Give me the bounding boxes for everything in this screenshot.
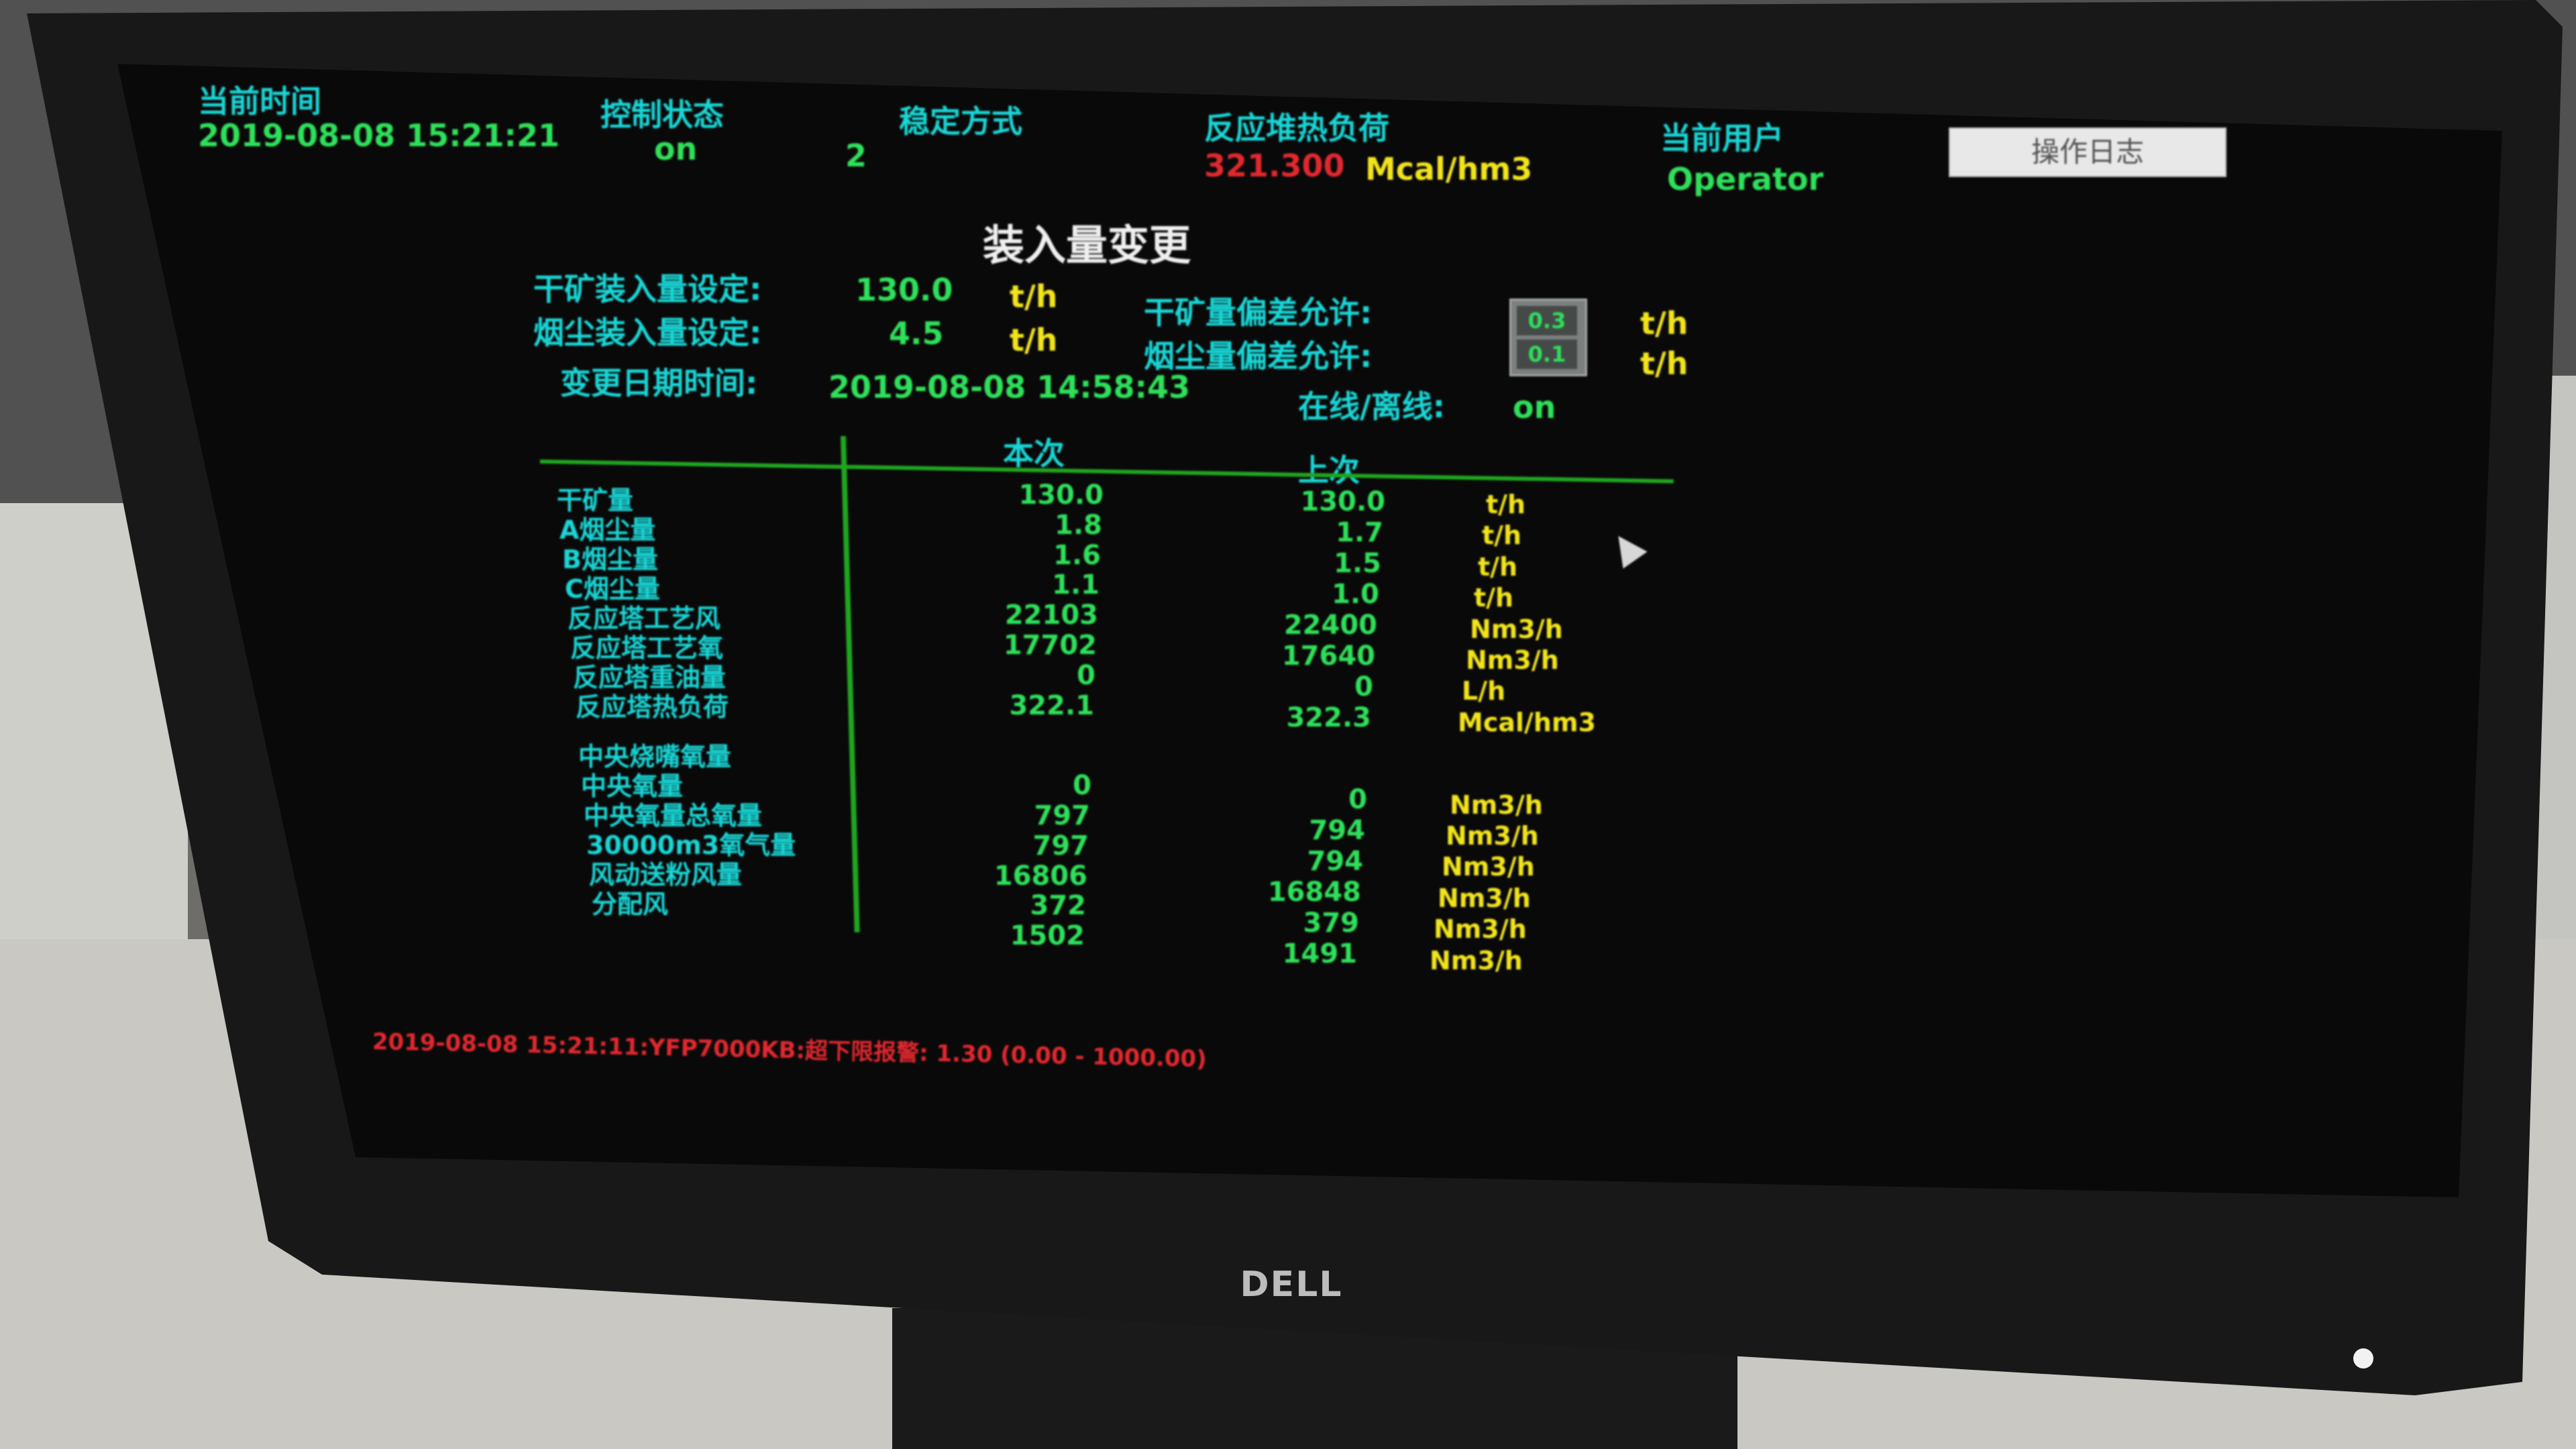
table-row-unit: Nm3/h xyxy=(1470,614,1563,644)
table-row-unit: t/h xyxy=(1474,583,1514,613)
table-row-current: 322.1 xyxy=(1009,690,1094,721)
table-header-divider xyxy=(539,460,1674,484)
table-row-unit: Nm3/h xyxy=(1466,645,1559,675)
table-row-previous: 0 xyxy=(1354,672,1373,702)
mode-value: 2 xyxy=(845,138,867,174)
table-row-label: 分配风 xyxy=(592,890,669,919)
table-row-current: 372 xyxy=(1030,890,1087,922)
dry-ore-setting-value[interactable]: 130.0 xyxy=(855,272,953,308)
table-row-previous: 1.0 xyxy=(1332,579,1379,610)
table-row-current: 1.8 xyxy=(1055,509,1102,541)
table-row-previous: 16848 xyxy=(1267,877,1361,908)
dust-setting-value[interactable]: 4.5 xyxy=(889,315,944,352)
power-led-icon xyxy=(2353,1348,2373,1368)
time-label: 当前时间 xyxy=(198,83,321,119)
table-row-unit: t/h xyxy=(1478,551,1518,582)
table-row-previous: 17640 xyxy=(1281,641,1375,672)
dust-setting-unit: t/h xyxy=(1010,322,1058,358)
dust-tolerance-value[interactable]: 0.1 xyxy=(1517,339,1577,369)
table-row-previous: 22400 xyxy=(1283,610,1377,641)
column-previous-header: 上次 xyxy=(1298,452,1360,488)
change-time-label: 变更日期时间: xyxy=(560,365,758,401)
control-state-value: on xyxy=(654,131,698,167)
page-title: 装入量变更 xyxy=(983,221,1191,270)
mode-label: 稳定方式 xyxy=(899,103,1022,140)
table-row-current: 797 xyxy=(1032,830,1089,861)
heat-load-label: 反应堆热负荷 xyxy=(1204,110,1389,146)
table-row-current: 130.0 xyxy=(1018,480,1104,511)
control-state-label: 控制状态 xyxy=(600,97,724,133)
tolerance-setting-box[interactable]: 0.3 0.1 xyxy=(1509,299,1587,376)
time-value: 2019-08-08 15:21:21 xyxy=(198,117,560,154)
heat-load-unit: Mcal/hm3 xyxy=(1365,151,1533,187)
monitor-screen: 当前时间 2019-08-08 15:21:21 控制状态 on 稳定方式 2 … xyxy=(117,64,2502,1197)
dry-ore-setting-unit: t/h xyxy=(1010,278,1058,315)
dry-ore-tolerance-label: 干矿量偏差允许: xyxy=(1144,294,1373,331)
table-row-unit: Nm3/h xyxy=(1434,914,1527,945)
table-row-current: 17702 xyxy=(1003,630,1097,661)
operation-log-button[interactable]: 操作日志 xyxy=(1949,127,2226,177)
table-row-unit: t/h xyxy=(1486,490,1526,519)
user-label: 当前用户 xyxy=(1660,120,1784,156)
table-row-current: 0 xyxy=(1073,770,1091,802)
table-row-unit: Nm3/h xyxy=(1450,790,1543,820)
table-row-current: 797 xyxy=(1034,800,1091,831)
dry-ore-tolerance-value[interactable]: 0.3 xyxy=(1517,306,1577,335)
column-current-header: 本次 xyxy=(1003,435,1065,472)
table-row-previous: 130.0 xyxy=(1300,486,1385,517)
table-row-current: 1502 xyxy=(1010,920,1085,952)
table-row-current: 0 xyxy=(1077,659,1095,691)
table-row-unit: Nm3/h xyxy=(1438,883,1531,913)
user-value: Operator xyxy=(1667,161,1824,197)
dell-logo: DELL xyxy=(1240,1265,1343,1305)
change-time-value: 2019-08-08 14:58:43 xyxy=(828,369,1191,405)
dust-setting-label: 烟尘装入量设定: xyxy=(533,315,762,351)
table-row-previous: 1491 xyxy=(1282,938,1357,969)
mouse-cursor-icon xyxy=(1606,527,1648,569)
table-row-unit: L/h xyxy=(1462,676,1506,706)
table-column-divider xyxy=(841,435,860,932)
table-row-current: 1.1 xyxy=(1052,570,1099,601)
alarm-message: 2019-08-08 15:21:11:YFP7000KB:超下限报警: 1.3… xyxy=(372,1028,1208,1073)
dry-ore-setting-label: 干矿装入量设定: xyxy=(533,271,762,307)
tolerance-unit-1: t/h xyxy=(1640,305,1688,341)
heat-load-value: 321.300 xyxy=(1204,148,1345,184)
table-row-previous: 379 xyxy=(1303,908,1360,938)
table-row-unit: Nm3/h xyxy=(1430,945,1523,975)
table-row-previous: 794 xyxy=(1307,846,1364,877)
table-row-current: 22103 xyxy=(1004,600,1098,631)
table-row-previous: 322.3 xyxy=(1286,702,1371,733)
table-row-previous: 794 xyxy=(1309,815,1366,846)
table-row-unit: Nm3/h xyxy=(1442,852,1535,882)
table-row-previous: 1.5 xyxy=(1334,548,1381,579)
table-row-current: 16806 xyxy=(994,860,1087,892)
table-row-previous: 1.7 xyxy=(1336,517,1383,548)
table-row-previous: 0 xyxy=(1348,784,1367,815)
online-value: on xyxy=(1513,389,1556,425)
table-row-current: 1.6 xyxy=(1053,539,1101,571)
table-row-unit: Mcal/hm3 xyxy=(1458,707,1596,737)
table-row-label: 反应塔热负荷 xyxy=(576,692,729,722)
table-row-unit: t/h xyxy=(1482,521,1522,551)
table-row-unit: Nm3/h xyxy=(1446,821,1539,851)
tolerance-unit-2: t/h xyxy=(1640,345,1688,382)
online-label: 在线/离线: xyxy=(1298,388,1446,425)
